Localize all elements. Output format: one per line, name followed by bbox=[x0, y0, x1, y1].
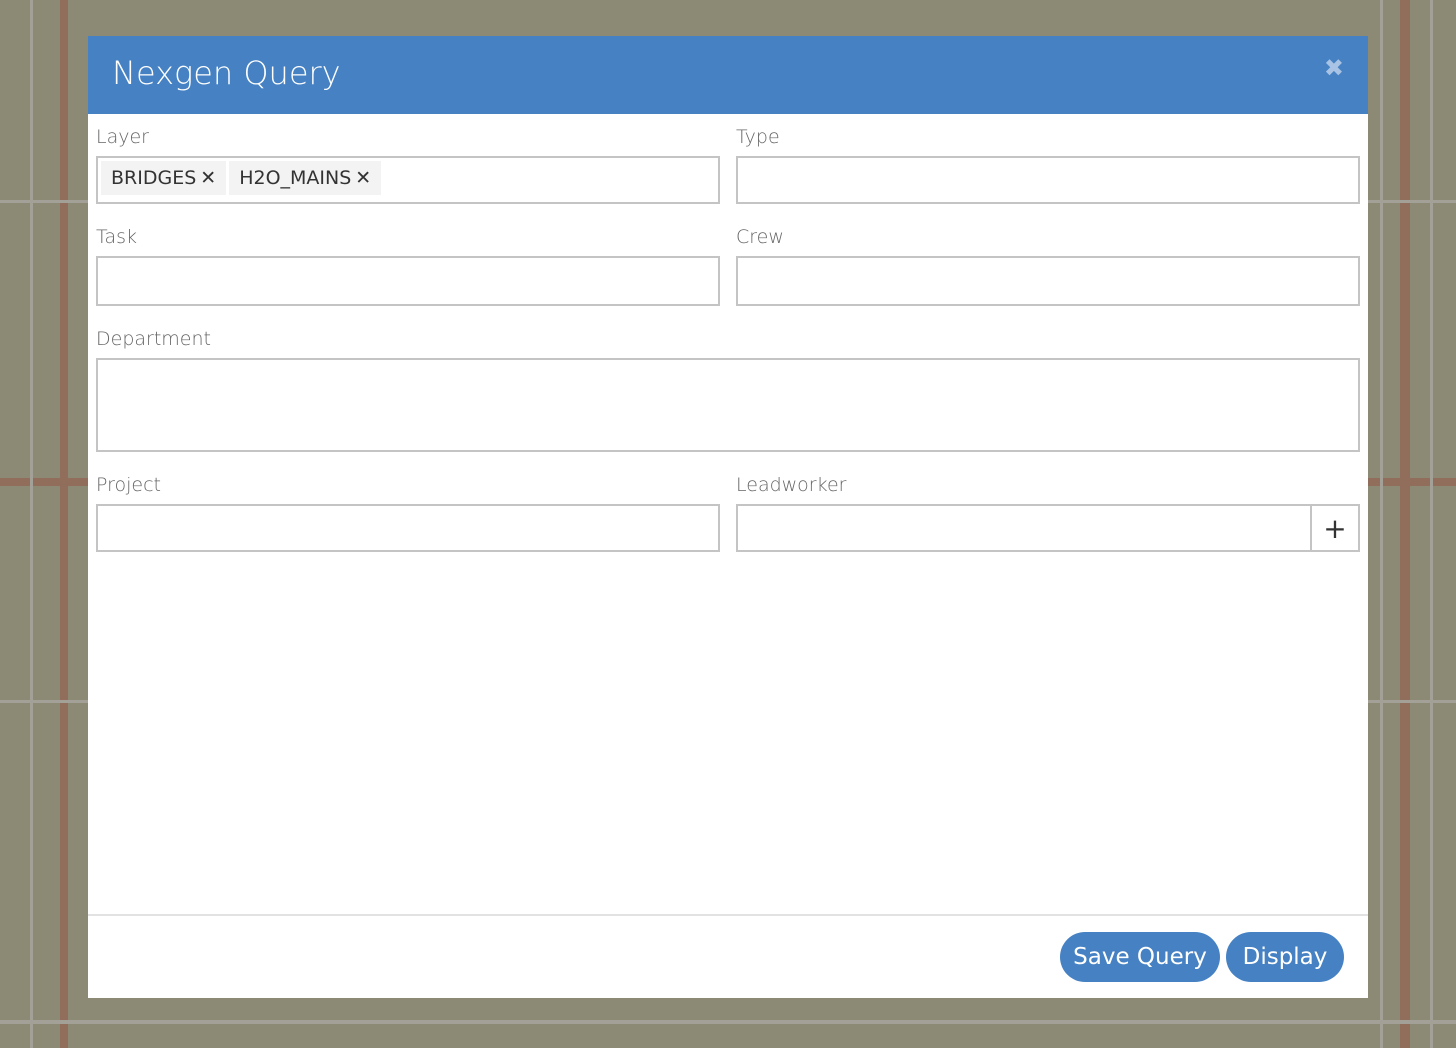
chip-label: BRIDGES bbox=[111, 167, 197, 189]
layer-label: Layer bbox=[96, 126, 149, 148]
dialog-header: Nexgen Query ✖ bbox=[88, 36, 1368, 114]
save-query-button[interactable]: Save Query bbox=[1060, 932, 1220, 982]
type-label: Type bbox=[736, 126, 780, 148]
crew-input[interactable] bbox=[736, 256, 1360, 306]
department-field: Department bbox=[96, 328, 1360, 452]
layer-chip: H2O_MAINS ✕ bbox=[229, 161, 382, 195]
footer-divider bbox=[88, 914, 1368, 916]
task-input[interactable] bbox=[96, 256, 720, 306]
close-icon[interactable]: ✖ bbox=[1324, 54, 1344, 82]
department-label: Department bbox=[96, 328, 211, 350]
crew-field: Crew bbox=[736, 226, 1360, 306]
project-input[interactable] bbox=[96, 504, 720, 552]
layer-input[interactable]: BRIDGES ✕ H2O_MAINS ✕ bbox=[96, 156, 720, 204]
leadworker-field: Leadworker + bbox=[736, 474, 1360, 552]
layer-chip: BRIDGES ✕ bbox=[101, 161, 227, 195]
remove-chip-icon[interactable]: ✕ bbox=[355, 167, 371, 189]
crew-label: Crew bbox=[736, 226, 784, 248]
chip-label: H2O_MAINS bbox=[239, 167, 352, 189]
department-input[interactable] bbox=[96, 358, 1360, 452]
type-field: Type bbox=[736, 126, 1360, 204]
add-leadworker-button[interactable]: + bbox=[1310, 506, 1358, 550]
leadworker-label: Leadworker bbox=[736, 474, 847, 496]
layer-field: Layer BRIDGES ✕ H2O_MAINS ✕ bbox=[96, 126, 720, 204]
display-button[interactable]: Display bbox=[1226, 932, 1344, 982]
project-field: Project bbox=[96, 474, 720, 552]
leadworker-input[interactable]: + bbox=[736, 504, 1360, 552]
dialog-title: Nexgen Query bbox=[112, 54, 341, 92]
nexgen-query-dialog: Nexgen Query ✖ Layer BRIDGES ✕ H2O_MAINS ✕ … bbox=[88, 36, 1368, 998]
type-input[interactable] bbox=[736, 156, 1360, 204]
task-label: Task bbox=[96, 226, 138, 248]
task-field: Task bbox=[96, 226, 720, 306]
project-label: Project bbox=[96, 474, 162, 496]
remove-chip-icon[interactable]: ✕ bbox=[200, 167, 216, 189]
